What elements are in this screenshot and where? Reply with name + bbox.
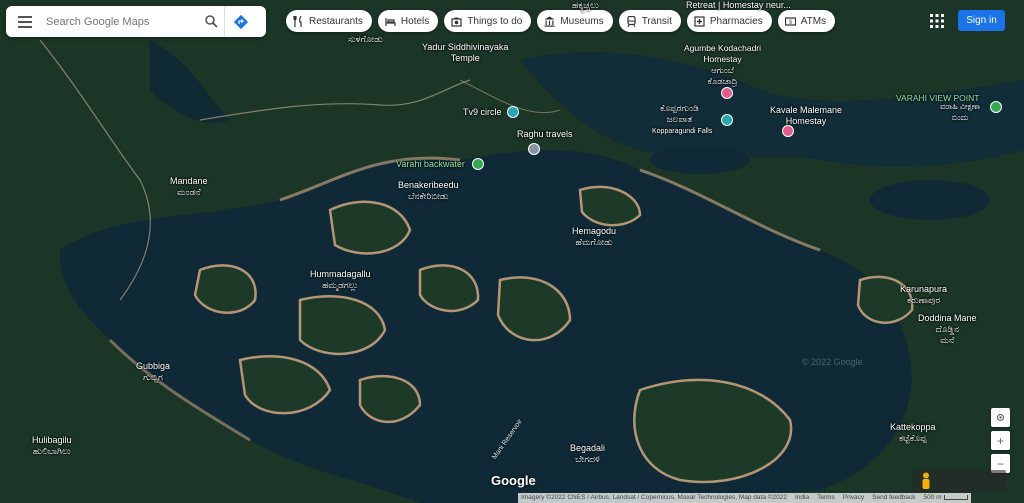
place-label-mandane[interactable]: Mandane ಮಂಡನೆ [170, 176, 208, 198]
pharmacy-icon [694, 15, 705, 27]
chip-museums[interactable]: Museums [537, 10, 613, 32]
tv9-pin-icon[interactable] [507, 106, 519, 118]
backwater-pin-icon[interactable] [472, 158, 484, 170]
scale-label: 500 m [923, 494, 942, 501]
place-label-benakeribeedu[interactable]: Benakeribeedu ಬೆನಕೇರಿಬೀಡು [398, 180, 459, 202]
chip-pharmacies[interactable]: Pharmacies [686, 10, 772, 32]
send-feedback-link[interactable]: Send feedback [872, 493, 915, 503]
lodging-pin-icon[interactable] [721, 87, 733, 99]
place-label-begadali[interactable]: Begadali ಬೇಗದಳಿ [570, 443, 605, 465]
viewpoint-pin-icon[interactable] [990, 101, 1002, 113]
place-label-kopparagundi-falls[interactable]: Kopparagundi Falls [652, 126, 712, 137]
street-view-pegman-icon[interactable] [913, 470, 1006, 492]
chip-label: Hotels [400, 15, 430, 27]
restaurant-icon [293, 15, 302, 27]
search-input[interactable] [44, 14, 198, 29]
place-label-yadur-temple[interactable]: Yadur Siddhivinayaka Temple [422, 42, 508, 64]
sign-in-button[interactable]: Sign in [958, 10, 1005, 31]
chip-label: Museums [560, 15, 604, 27]
apps-grid-icon[interactable] [930, 14, 944, 28]
attribution-bar: Imagery ©2022 CNES / Airbus, Landsat / C… [518, 493, 971, 503]
faint-watermark: © 2022 Google [802, 357, 863, 367]
place-label-hemagodu[interactable]: Hemagodu ಹೆಮಗೋಡು [572, 226, 616, 248]
scale-indicator[interactable]: 500 m [924, 493, 968, 503]
place-label-tv9-circle[interactable]: Tv9 circle [463, 107, 502, 118]
waterfall-pin-icon[interactable] [721, 114, 733, 126]
transit-icon [627, 15, 636, 27]
place-label-partial-top[interactable]: ಹಕ್ಕ್ಲಚ್ಚಲು [572, 0, 599, 11]
map-controls: + − [991, 408, 1010, 477]
india-link[interactable]: India [795, 493, 809, 503]
chip-things-to-do[interactable]: Things to do [444, 10, 532, 32]
chip-label: Restaurants [309, 15, 363, 27]
atm-icon: $ [784, 16, 796, 26]
place-label-retreat[interactable]: Retreat | Homestay neur... [686, 0, 791, 11]
place-label-hummadagallu[interactable]: Hummadagallu ಹಮ್ಮಡಗಲ್ಲು [310, 269, 371, 291]
hotel-icon [385, 17, 396, 26]
chip-label: ATMs [800, 15, 827, 27]
place-label-gubbiga[interactable]: Gubbiga ಗುಬ್ಬಿಗ [136, 361, 170, 383]
menu-icon[interactable] [6, 6, 44, 37]
search-icon[interactable] [198, 6, 224, 37]
privacy-link[interactable]: Privacy [843, 493, 864, 503]
place-label-raghu-travels[interactable]: Raghu travels [517, 129, 573, 140]
place-label-agumbe-homestay[interactable]: Agumbe Kodachadri Homestay ಆಗುಂಬೆ ಕೊಡಚಾದ… [684, 43, 761, 87]
imagery-credit: Imagery ©2022 CNES / Airbus, Landsat / C… [521, 494, 787, 501]
camera-icon [451, 17, 462, 27]
chip-restaurants[interactable]: Restaurants [286, 10, 372, 32]
raghu-pin-icon[interactable] [528, 143, 540, 155]
place-label-kattekoppa[interactable]: Kattekoppa ಕಟ್ಟೆಕೊಪ್ಪ [890, 422, 936, 444]
chip-label: Transit [641, 15, 672, 27]
chip-atms[interactable]: $ ATMs [777, 10, 836, 32]
chip-transit[interactable]: Transit [618, 10, 681, 32]
chip-label: Pharmacies [709, 15, 763, 27]
terms-link[interactable]: Terms [817, 493, 835, 503]
place-label-varahi-backwater[interactable]: Varahi backwater [396, 159, 465, 170]
place-label-sulagodu[interactable]: ಸುಳಗೋಡು [348, 34, 383, 45]
svg-text:$: $ [789, 19, 792, 25]
chip-hotels[interactable]: Hotels [377, 10, 439, 32]
place-label-karunapura[interactable]: Karunapura ಕರುಣಾಪುರ [900, 284, 947, 306]
kavale-pin-icon[interactable] [782, 125, 794, 137]
place-label-varahi-view-point-kn[interactable]: ವರಾಹಿ ವೀಕ್ಷಣಾ ಬಿಂದು [940, 101, 980, 123]
zoom-in-button[interactable]: + [991, 431, 1010, 450]
place-label-doddina-mane[interactable]: Doddina Mane ದೊಡ್ಡಿನ ಮನೆ [918, 313, 977, 346]
my-location-icon[interactable] [991, 408, 1010, 427]
scale-bar [943, 494, 968, 500]
search-box [6, 6, 266, 37]
museum-icon [544, 16, 555, 27]
place-label-hulibagilu[interactable]: Hulibagilu ಹುಲಿಬಾಗಿಲು [32, 435, 72, 457]
place-label-kavale-homestay[interactable]: Kavale Malemane Homestay [770, 105, 842, 127]
category-chips: Restaurants Hotels Things to do Museums … [286, 10, 836, 32]
place-label-kopparagundi[interactable]: ಕೊಪ್ಪರಗುಂಡಿ ಜಲಪಾತ [660, 103, 699, 125]
chip-label: Things to do [467, 15, 523, 27]
google-logo: Google [491, 473, 536, 488]
directions-icon[interactable] [224, 6, 257, 37]
